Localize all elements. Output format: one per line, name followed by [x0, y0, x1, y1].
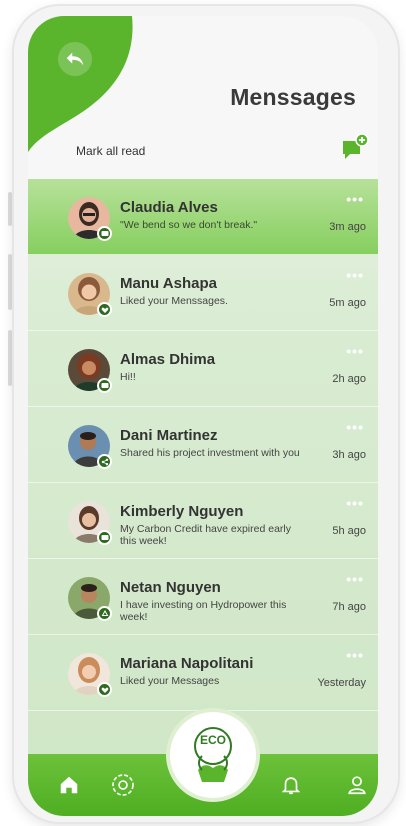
message-row[interactable]: Almas Dhima Hi!! ••• 2h ago [28, 331, 378, 407]
avatar [68, 501, 112, 545]
message-preview: "We bend so we don't break." [120, 219, 258, 231]
back-button[interactable] [58, 42, 92, 76]
more-icon[interactable]: ••• [346, 495, 364, 511]
avatar [68, 197, 112, 241]
home-icon [60, 776, 78, 794]
settings-icon [112, 774, 134, 796]
avatar [68, 425, 112, 469]
message-time: 7h ago [332, 601, 366, 613]
message-preview: I have investing on Hydropower this week… [120, 599, 287, 623]
sender-name: Kimberly Nguyen [120, 503, 244, 520]
home-tab[interactable] [56, 772, 82, 798]
more-icon[interactable]: ••• [346, 647, 364, 663]
header: Menssages Mark all read [28, 16, 378, 182]
message-row[interactable]: Netan Nguyen I have investing on Hydropo… [28, 559, 378, 635]
message-time: Yesterday [317, 677, 366, 689]
notifications-tab[interactable] [278, 772, 304, 798]
bell-icon [281, 777, 301, 795]
power-key [8, 330, 12, 386]
new-message-button[interactable] [340, 132, 370, 162]
message-preview: My Carbon Credit have expired early this… [120, 523, 291, 547]
message-badge-icon [97, 378, 112, 393]
message-badge-icon [97, 226, 112, 241]
volume-up-key [8, 192, 12, 226]
heart-badge-icon [97, 682, 112, 697]
message-time: 3m ago [329, 221, 366, 233]
sender-name: Claudia Alves [120, 199, 218, 216]
message-time: 3h ago [332, 449, 366, 461]
eco-center-button[interactable]: ECO [170, 712, 256, 798]
message-row[interactable]: Manu Ashapa Liked your Menssages. ••• 5m… [28, 255, 378, 331]
message-list: Claudia Alves "We bend so we don't break… [28, 179, 378, 711]
more-icon[interactable]: ••• [346, 343, 364, 359]
avatar [68, 653, 112, 697]
message-time: 5m ago [329, 297, 366, 309]
avatar [68, 577, 112, 621]
sender-name: Netan Nguyen [120, 579, 221, 596]
sender-name: Almas Dhima [120, 351, 216, 368]
sender-name: Mariana Napolitani [120, 655, 254, 672]
settings-tab[interactable] [110, 772, 136, 798]
more-icon[interactable]: ••• [346, 571, 364, 587]
mark-all-read-link[interactable]: Mark all read [76, 144, 145, 158]
eco-logo-icon [194, 727, 232, 782]
corner-decoration [28, 16, 133, 152]
recycle-badge-icon [97, 606, 112, 621]
sender-name: Manu Ashapa [120, 275, 217, 292]
heart-badge-icon [97, 302, 112, 317]
message-time: 2h ago [332, 373, 366, 385]
eco-label: ECO [199, 733, 226, 747]
message-row[interactable]: Dani Martinez Shared his project investm… [28, 407, 378, 483]
page-title: Menssages [230, 84, 356, 110]
message-row[interactable]: Kimberly Nguyen My Carbon Credit have ex… [28, 483, 378, 559]
user-icon [348, 776, 366, 795]
back-arrow-icon [66, 52, 84, 66]
more-icon[interactable]: ••• [346, 419, 364, 435]
volume-down-key [8, 254, 12, 310]
message-preview: Shared his project investment with you [120, 447, 300, 459]
more-icon[interactable]: ••• [346, 267, 364, 283]
share-badge-icon [97, 454, 112, 469]
new-message-icon [343, 133, 369, 159]
message-preview: Liked your Messages [120, 675, 220, 687]
message-preview: Liked your Menssages. [120, 295, 228, 307]
profile-tab[interactable] [344, 772, 370, 798]
avatar [68, 273, 112, 317]
message-row[interactable]: Claudia Alves "We bend so we don't break… [28, 179, 378, 255]
message-time: 5h ago [332, 525, 366, 537]
avatar [68, 349, 112, 393]
messages-screen: Menssages Mark all read Claudia Alves "W… [28, 16, 378, 816]
message-preview: Hi!! [120, 371, 136, 383]
message-row[interactable]: Mariana Napolitani Liked your Messages •… [28, 635, 378, 711]
sender-name: Dani Martinez [120, 427, 218, 444]
more-icon[interactable]: ••• [346, 191, 364, 207]
message-badge-icon [97, 530, 112, 545]
